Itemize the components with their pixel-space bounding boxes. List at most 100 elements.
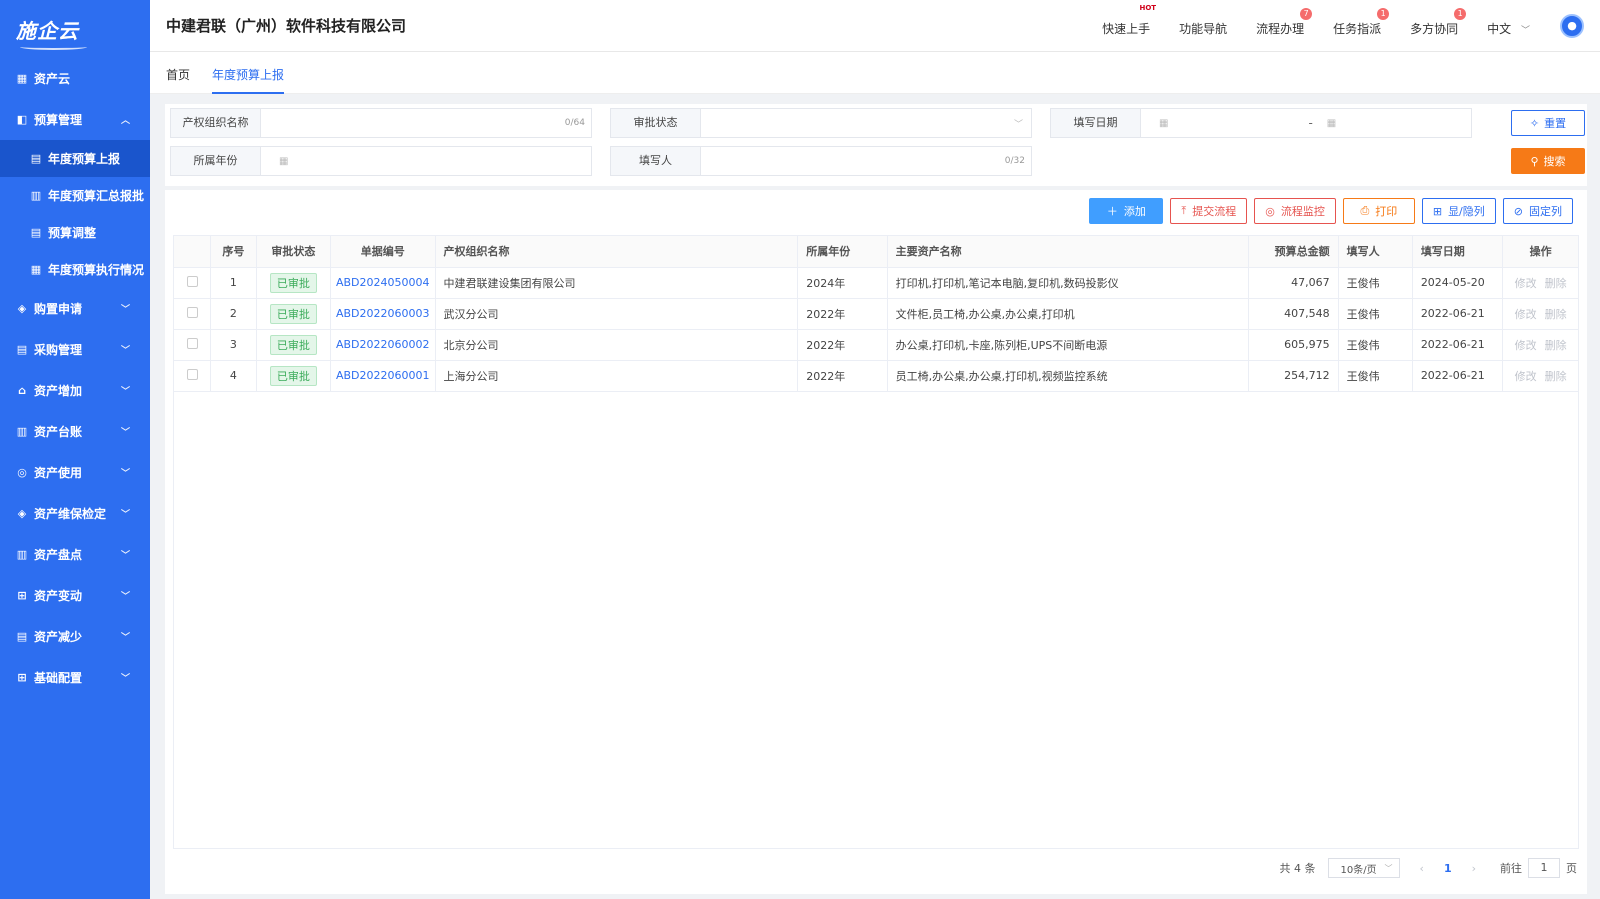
sidebar-item-asset-use[interactable]: ◎ 资产使用 ﹀ <box>0 452 150 493</box>
code-link[interactable]: ABD2022060001 <box>336 369 430 382</box>
avatar[interactable]: ● <box>1560 13 1584 38</box>
sidebar-subitem-execution[interactable]: ▦ 年度预算执行情况 <box>0 251 150 288</box>
cell-assets: 文件柜,员工椅,办公桌,办公桌,打印机 <box>887 298 1250 330</box>
sidebar-item-base-config[interactable]: ⊞ 基础配置 ﹀ <box>0 657 150 698</box>
reset-button[interactable]: ✧ 重置 <box>1511 110 1585 136</box>
char-count: 0/32 <box>1004 156 1025 166</box>
row-checkbox[interactable] <box>186 368 198 380</box>
filler-field: 填写人 0/32 <box>610 146 1032 176</box>
prev-page-icon[interactable]: ‹ <box>1420 862 1424 875</box>
search-label: 搜索 <box>1543 155 1566 168</box>
search-icon: ⚲ <box>1530 154 1539 168</box>
sidebar-subitem-annual-summary[interactable]: ▥ 年度预算汇总报批 <box>0 177 150 214</box>
document-icon: ▤ <box>30 226 42 239</box>
submit-flow-button[interactable]: ⤒ 提交流程 <box>1170 198 1248 224</box>
sidebar-item-maintenance[interactable]: ◈ 资产维保检定 ﹀ <box>0 493 150 534</box>
add-button[interactable]: ＋ 添加 <box>1089 198 1164 224</box>
page-size-select[interactable]: 10条/页 ﹀ <box>1327 858 1400 878</box>
field-label: 审批状态 <box>611 109 701 137</box>
cell-org: 武汉分公司 <box>435 298 799 330</box>
cell-code: ABD2022060001 <box>330 360 436 392</box>
approval-status-select[interactable]: ﹀ <box>701 109 1031 137</box>
edit-link[interactable]: 修改 <box>1515 308 1537 321</box>
nav-label: 功能导航 <box>1179 22 1228 36</box>
sidebar-item-procurement[interactable]: ▤ 采购管理 ﹀ <box>0 329 150 370</box>
sidebar-item-label: 预算管理 <box>34 113 83 127</box>
ledger-icon: ▥ <box>16 425 28 438</box>
fill-date-range[interactable]: ▦ - ▦ <box>1141 109 1471 137</box>
upload-icon: ⤒ <box>1181 204 1187 217</box>
row-checkbox-cell <box>174 360 212 392</box>
col-actions: 操作 <box>1502 236 1578 268</box>
edit-link[interactable]: 修改 <box>1515 370 1537 383</box>
chevron-down-icon: ﹀ <box>120 305 130 315</box>
row-checkbox[interactable] <box>186 337 198 349</box>
row-checkbox[interactable] <box>186 275 198 287</box>
delete-link[interactable]: 删除 <box>1545 277 1567 290</box>
ledger-icon: ▥ <box>16 548 28 561</box>
nav-task-assign[interactable]: 任务指派 1 <box>1333 8 1390 37</box>
cell-status: 已审批 <box>256 329 331 361</box>
table-row: 4 已审批 ABD2022060001 上海分公司 2022年 员工椅,办公桌,… <box>174 360 1578 392</box>
cell-assets: 打印机,打印机,笔记本电脑,复印机,数码投影仪 <box>887 267 1250 299</box>
nav-quick-start[interactable]: 快速上手 HOT <box>1102 4 1156 37</box>
sidebar-item-asset-reduce[interactable]: ▤ 资产减少 ﹀ <box>0 616 150 657</box>
sidebar-subitem-adjust[interactable]: ▤ 预算调整 <box>0 214 150 251</box>
reset-label: 重置 <box>1544 117 1567 130</box>
delete-link[interactable]: 删除 <box>1545 339 1567 352</box>
nav-collaboration[interactable]: 多方协同 1 <box>1410 8 1467 37</box>
sidebar-item-budget[interactable]: ◧ 预算管理 ︿ <box>0 99 150 140</box>
flow-monitor-button[interactable]: ◎ 流程监控 <box>1254 198 1336 224</box>
fix-columns-button[interactable]: ⊘ 固定列 <box>1502 198 1573 224</box>
chevron-up-icon: ︿ <box>120 116 130 126</box>
cell-status: 已审批 <box>256 298 331 330</box>
edit-link[interactable]: 修改 <box>1515 277 1537 290</box>
layers-icon: ◎ <box>17 466 27 479</box>
sidebar-subitem-annual-report[interactable]: ▤ 年度预算上报 <box>0 140 150 177</box>
sidebar-item-asset-cloud[interactable]: ▦ 资产云 <box>0 58 150 99</box>
year-picker[interactable]: ▦ <box>261 147 591 175</box>
cell-assets: 员工椅,办公桌,办公桌,打印机,视频监控系统 <box>887 360 1250 392</box>
toggle-columns-button[interactable]: ⊞ 显/隐列 <box>1421 198 1496 224</box>
org-name-input[interactable]: 0/64 <box>261 109 591 137</box>
status-badge: 已审批 <box>269 272 317 293</box>
code-link[interactable]: ABD2024050004 <box>336 276 430 289</box>
col-filler: 填写人 <box>1338 236 1413 268</box>
char-count: 0/64 <box>564 118 585 128</box>
search-button[interactable]: ⚲ 搜索 <box>1511 148 1585 174</box>
delete-link[interactable]: 删除 <box>1545 308 1567 321</box>
add-label: 添加 <box>1123 205 1146 218</box>
tab-annual-budget-report[interactable]: 年度预算上报 <box>212 52 285 94</box>
sidebar-item-purchase-apply[interactable]: ◈ 购置申请 ﹀ <box>0 288 150 329</box>
edit-link[interactable]: 修改 <box>1515 339 1537 352</box>
col-date: 填写日期 <box>1412 236 1504 268</box>
next-page-icon[interactable]: › <box>1472 862 1476 875</box>
print-button[interactable]: ⎙ 打印 <box>1342 198 1415 224</box>
calendar-icon: ▦ <box>1326 117 1337 129</box>
code-link[interactable]: ABD2022060003 <box>336 307 430 320</box>
calendar-icon: ▦ <box>279 155 289 167</box>
sidebar-item-asset-change[interactable]: ⊞ 资产变动 ﹀ <box>0 575 150 616</box>
cell-amount: 605,975 <box>1248 329 1339 361</box>
cell-year: 2024年 <box>797 267 888 299</box>
print-label: 打印 <box>1375 205 1398 218</box>
sidebar-item-label: 采购管理 <box>34 343 83 357</box>
col-checkbox <box>174 236 212 268</box>
page-number[interactable]: 1 <box>1444 862 1452 875</box>
table-row: 1 已审批 ABD2024050004 中建君联建设集团有限公司 2024年 打… <box>174 267 1578 299</box>
cell-status: 已审批 <box>256 267 331 299</box>
nav-function-guide[interactable]: 功能导航 <box>1179 14 1227 37</box>
goto-page-input[interactable]: 1 <box>1528 858 1560 878</box>
row-checkbox[interactable] <box>186 306 198 318</box>
language-select[interactable]: 中文 ﹀ <box>1487 14 1530 37</box>
filler-input[interactable]: 0/32 <box>701 147 1031 175</box>
nav-workflow[interactable]: 流程办理 7 <box>1256 8 1313 37</box>
sidebar-item-inventory[interactable]: ▥ 资产盘点 ﹀ <box>0 534 150 575</box>
sidebar-item-asset-ledger[interactable]: ▥ 资产台账 ﹀ <box>0 411 150 452</box>
cell-filler: 王俊伟 <box>1338 298 1413 330</box>
sidebar-item-asset-add[interactable]: ⌂ 资产增加 ﹀ <box>0 370 150 411</box>
page-size-label: 10条/页 <box>1340 864 1377 876</box>
tab-home[interactable]: 首页 <box>166 52 190 94</box>
code-link[interactable]: ABD2022060002 <box>336 338 430 351</box>
delete-link[interactable]: 删除 <box>1545 370 1567 383</box>
